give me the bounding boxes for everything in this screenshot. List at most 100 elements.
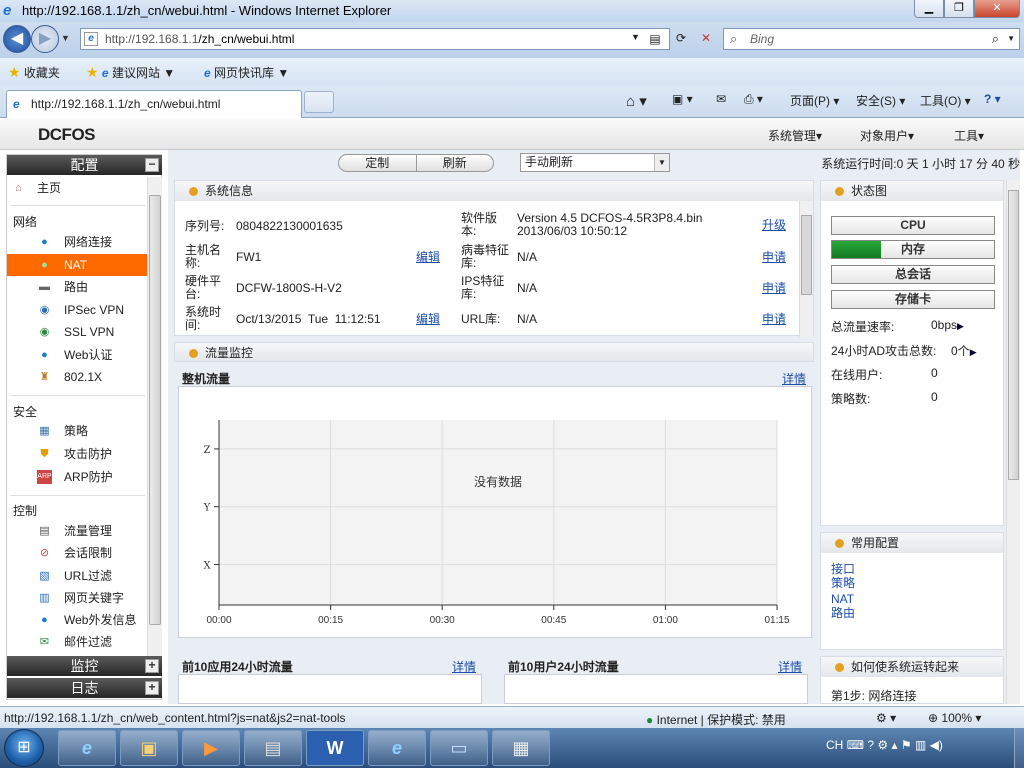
ips-apply-link[interactable]: 申请 (762, 282, 786, 295)
stop-icon[interactable]: ✕ (697, 31, 715, 46)
taskbar-app-icon[interactable]: ▤ (244, 730, 302, 766)
main-scroll-thumb[interactable] (1008, 190, 1019, 480)
sidebar-item-mail-filter[interactable]: ✉ 邮件过滤 (7, 631, 147, 653)
tray-expand-icon[interactable]: ▴ (892, 738, 898, 752)
new-tab-button[interactable] (304, 91, 334, 113)
menu-system-management[interactable]: 系统管理▾ (768, 127, 822, 144)
play-arrow-icon[interactable]: ▶ (957, 321, 964, 331)
customize-button[interactable]: 定制 (339, 155, 416, 171)
minimize-button[interactable]: ▁ (914, 0, 944, 18)
sidebar-item-session-limit[interactable]: ⊘ 会话限制 (7, 542, 147, 564)
help-icon[interactable]: ? ▾ (984, 92, 1001, 106)
restore-button[interactable]: ❐ (944, 0, 974, 18)
hostname-edit-link[interactable]: 编辑 (416, 251, 440, 264)
zoom-control[interactable]: ⊕ 100% ▾ (928, 711, 981, 725)
taskbar-ie-icon[interactable]: e (58, 730, 116, 766)
upgrade-link[interactable]: 升级 (762, 219, 786, 232)
network-icon[interactable]: ▥ (915, 738, 926, 752)
taskbar-ie-active-icon[interactable]: e (368, 730, 426, 766)
web-slice-button[interactable]: e 网页快讯库 ▼ (204, 64, 289, 81)
sidebar-item-policy[interactable]: ▦ 策略 (7, 420, 147, 442)
chevron-down-icon[interactable]: ▼ (654, 154, 669, 171)
taskbar-wps-icon[interactable]: W (306, 730, 364, 766)
tools-menu[interactable]: 工具(O) ▾ (920, 92, 971, 109)
sidebar-header-config[interactable]: 配置 − (7, 155, 162, 175)
refresh-icon[interactable]: ⟳ (672, 31, 690, 46)
mail-icon[interactable]: ✉ (716, 92, 726, 106)
show-desktop-button[interactable] (1014, 728, 1024, 768)
quick-link-routing[interactable]: 路由 (831, 607, 855, 620)
main-scrollbar[interactable] (1006, 180, 1020, 704)
sidebar-item-web-outbound[interactable]: ● Web外发信息 (7, 609, 147, 631)
feeds-icon[interactable]: ▣ ▾ (672, 92, 693, 106)
system-time-edit-link[interactable]: 编辑 (416, 313, 440, 326)
sidebar-item-url-filter[interactable]: ▧ URL过滤 (7, 565, 147, 587)
url-db-apply-link[interactable]: 申请 (762, 313, 786, 326)
sidebar-item-web-auth[interactable]: ● Web认证 (7, 344, 147, 366)
cpu-bar[interactable]: CPU (831, 216, 995, 235)
top10-apps-detail-link[interactable]: 详情 (452, 658, 476, 675)
privacy-icon[interactable]: ⚙ ▾ (876, 711, 896, 725)
play-arrow-icon[interactable]: ▶ (970, 347, 977, 357)
quick-link-nat[interactable]: NAT (831, 593, 854, 606)
help-tray-icon[interactable]: ? (867, 738, 874, 752)
search-icon[interactable]: ⌕ (992, 31, 999, 47)
taskbar-media-player-icon[interactable]: ▶ (182, 730, 240, 766)
refresh-mode-select[interactable]: 手动刷新 ▼ (520, 153, 670, 172)
start-button[interactable]: ⊞ (4, 729, 44, 767)
refresh-button[interactable]: 刷新 (415, 155, 494, 171)
quick-link-interface[interactable]: 接口 (831, 563, 855, 576)
sessions-bar[interactable]: 总会话 (831, 265, 995, 284)
language-indicator[interactable]: CH (826, 738, 843, 752)
expand-icon[interactable]: + (145, 681, 159, 695)
favorites-button[interactable]: ★ 收藏夹 (8, 64, 60, 81)
expand-icon[interactable]: + (145, 659, 159, 673)
sidebar-item-ssl-vpn[interactable]: ◉ SSL VPN (7, 321, 147, 343)
quick-link-policy[interactable]: 策略 (831, 577, 855, 590)
address-dropdown-icon[interactable]: ▼ (631, 32, 640, 42)
suggested-sites-button[interactable]: ★ e 建议网站 ▼ (86, 64, 175, 81)
browser-tab[interactable]: e http://192.168.1.1/zh_cn/webui.html (6, 90, 302, 118)
ime-settings-icon[interactable]: ⚙ (877, 738, 888, 752)
recent-pages-dropdown[interactable]: ▼ (61, 33, 70, 43)
sidebar-item-attack-defense[interactable]: ⛊ 攻击防护 (7, 443, 147, 465)
safety-menu[interactable]: 安全(S) ▾ (856, 92, 905, 109)
antivirus-apply-link[interactable]: 申请 (762, 251, 786, 264)
storage-card-bar[interactable]: 存储卡 (831, 290, 995, 309)
sidebar-scroll-thumb[interactable] (149, 195, 161, 625)
memory-bar[interactable]: 内存 (831, 240, 995, 259)
back-button[interactable]: ◀ (3, 25, 31, 53)
taskbar-network-tool-icon[interactable]: ▦ (492, 730, 550, 766)
action-center-icon[interactable]: ⚑ (901, 738, 912, 752)
home-icon[interactable]: ⌂ ▾ (626, 92, 647, 110)
sidebar-header-monitor[interactable]: 监控 + (7, 656, 162, 676)
compat-view-icon[interactable]: ▤ (646, 32, 664, 47)
search-dropdown-icon[interactable]: ▼ (1007, 34, 1015, 43)
sidebar-item-ipsec-vpn[interactable]: ◉ IPSec VPN (7, 299, 147, 321)
taskbar-explorer-icon[interactable]: ▣ (120, 730, 178, 766)
keyboard-icon[interactable]: ⌨ (847, 738, 864, 752)
system-info-scrollbar[interactable] (799, 201, 813, 337)
address-bar[interactable]: e http://192.168.1.1/zh_cn/webui.html ▼ … (80, 28, 670, 50)
search-box[interactable]: ⌕ Bing ⌕ ▼ (723, 28, 1020, 50)
chart-detail-link[interactable]: 详情 (782, 370, 806, 387)
forward-button[interactable]: ▶ (31, 25, 59, 53)
close-button[interactable]: ✕ (974, 0, 1020, 18)
top10-users-detail-link[interactable]: 详情 (778, 658, 802, 675)
sidebar-item-nat[interactable]: ● NAT (7, 254, 147, 276)
page-menu[interactable]: 页面(P) ▾ (790, 92, 839, 109)
sidebar-item-home[interactable]: ⌂ 主页 (7, 177, 147, 199)
sidebar-item-routing[interactable]: ▬ 路由 (7, 276, 147, 298)
sidebar-item-arp-defense[interactable]: ARP ARP防护 (7, 466, 147, 488)
system-info-scroll-thumb[interactable] (801, 215, 812, 295)
print-icon[interactable]: ⎙ ▾ (744, 92, 763, 107)
sidebar-scrollbar[interactable] (147, 177, 162, 657)
volume-icon[interactable]: ◀) (930, 738, 943, 752)
menu-tools[interactable]: 工具▾ (954, 127, 984, 144)
sidebar-item-web-keyword[interactable]: ▥ 网页关键字 (7, 587, 147, 609)
collapse-icon[interactable]: − (145, 158, 159, 172)
sidebar-item-traffic-management[interactable]: ▤ 流量管理 (7, 520, 147, 542)
security-zone[interactable]: ● Internet | 保护模式: 禁用 (646, 711, 786, 728)
taskbar-image-viewer-icon[interactable]: ▭ (430, 730, 488, 766)
sidebar-item-8021x[interactable]: ♜ 802.1X (7, 366, 147, 388)
